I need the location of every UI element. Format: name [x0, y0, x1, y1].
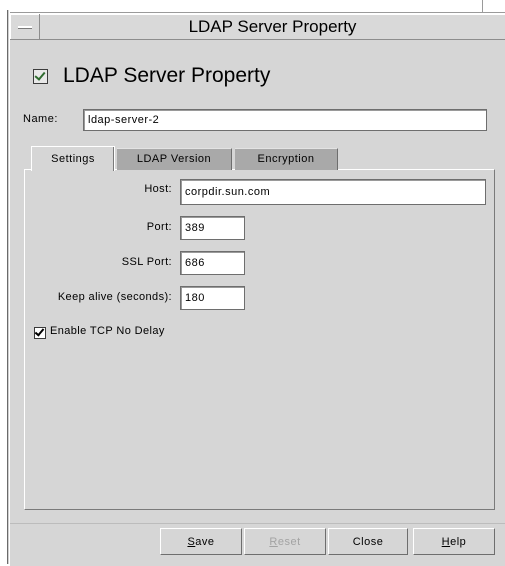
button-bar-divider	[10, 523, 505, 524]
window-top-edge	[0, 0, 505, 14]
window-menu-icon	[18, 26, 32, 29]
screen: LDAP Server Property LDAP Server Propert…	[0, 0, 505, 566]
ssl-port-field[interactable]: 686	[180, 251, 245, 275]
keep-alive-label: Keep alive (seconds):	[57, 291, 172, 303]
left-border	[0, 0, 9, 564]
reset-label-rest: eset	[277, 536, 301, 548]
name-label: Name:	[23, 113, 58, 125]
window-menu-button[interactable]	[10, 14, 40, 39]
reset-button[interactable]: Reset	[244, 528, 326, 555]
title-bar[interactable]: LDAP Server Property	[10, 14, 505, 40]
window-title: LDAP Server Property	[188, 17, 357, 36]
tab-settings[interactable]: Settings	[31, 146, 115, 171]
save-label-rest: ave	[195, 536, 215, 548]
port-field[interactable]: 389	[180, 216, 245, 240]
tab-encryption[interactable]: Encryption	[235, 148, 338, 170]
settings-panel	[24, 169, 495, 510]
help-label-rest: elp	[450, 536, 467, 548]
tcp-no-delay-checkbox[interactable]	[34, 327, 46, 339]
help-mnemonic: H	[441, 536, 451, 548]
close-button[interactable]: Close	[328, 528, 408, 555]
help-button[interactable]: Help	[413, 528, 495, 555]
save-button[interactable]: Save	[160, 528, 242, 555]
header: LDAP Server Property	[33, 63, 270, 89]
page-title: LDAP Server Property	[63, 64, 271, 87]
host-label: Host:	[144, 183, 172, 195]
name-row: Name:	[23, 108, 58, 130]
host-field[interactable]: corpdir.sun.com	[180, 179, 486, 205]
tcp-no-delay-label: Enable TCP No Delay	[50, 325, 165, 337]
reset-mnemonic: R	[269, 536, 278, 548]
keep-alive-field[interactable]: 180	[180, 286, 245, 310]
header-checkbox-icon[interactable]	[33, 68, 48, 84]
port-label: Port:	[146, 221, 172, 233]
ssl-port-label: SSL Port:	[121, 256, 172, 268]
name-field[interactable]: ldap-server-2	[83, 109, 487, 131]
tab-ldap-version[interactable]: LDAP Version	[117, 148, 232, 170]
